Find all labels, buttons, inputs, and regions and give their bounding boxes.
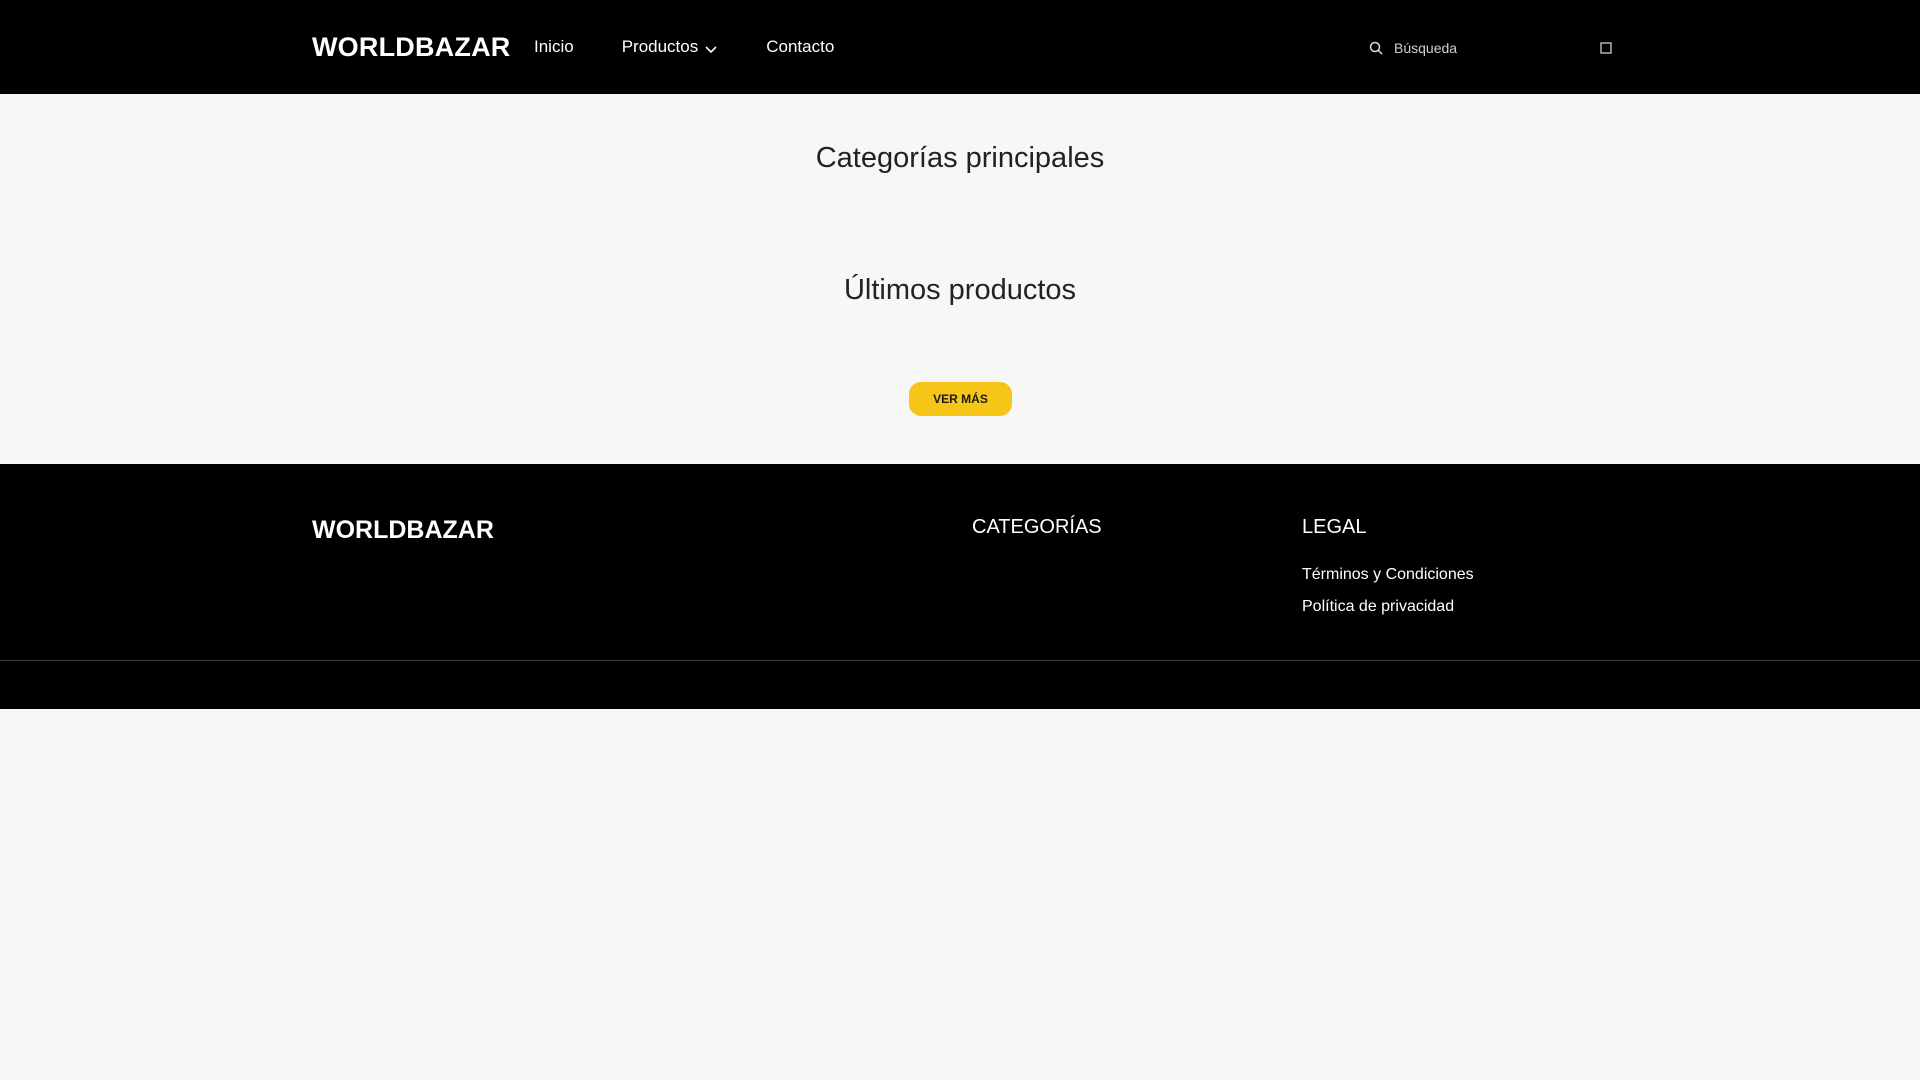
search-input[interactable]	[1394, 40, 1584, 56]
nav-productos-label: Productos	[621, 37, 699, 56]
categorias-title: Categorías principales	[815, 142, 1105, 174]
ver-mas-button[interactable]: VER MÁS	[909, 382, 1012, 416]
brand-logo[interactable]: WORLDBAZAR	[312, 30, 510, 64]
close-icon[interactable]	[1600, 42, 1612, 54]
nav-inicio-label: Inicio	[534, 37, 574, 56]
terminos-link[interactable]: Términos y Condiciones	[1302, 565, 1474, 585]
nav-contacto[interactable]: Contacto	[766, 36, 834, 58]
privacidad-link[interactable]: Política de privacidad	[1302, 597, 1454, 617]
main-nav: Inicio Productos Contacto	[534, 36, 834, 58]
search-box	[1368, 30, 1612, 66]
footer-brand: WORLDBAZAR	[312, 516, 494, 544]
nav-inicio[interactable]: Inicio	[534, 36, 574, 58]
footer-legal-heading: LEGAL	[1302, 516, 1367, 538]
nav-productos[interactable]: Productos	[622, 36, 719, 58]
nav-contacto-label: Contacto	[766, 37, 835, 56]
site-footer: WORLDBAZAR CATEGORÍAS LEGAL Términos y C…	[0, 464, 1920, 660]
footer-bottom-bar	[0, 661, 1920, 709]
footer-categorias-heading: CATEGORÍAS	[972, 516, 1102, 538]
site-header: WORLDBAZAR Inicio Productos Contacto	[0, 0, 1920, 94]
search-icon[interactable]	[1368, 40, 1384, 56]
chevron-down-icon	[705, 45, 717, 53]
ultimos-title: Últimos productos	[843, 274, 1077, 306]
